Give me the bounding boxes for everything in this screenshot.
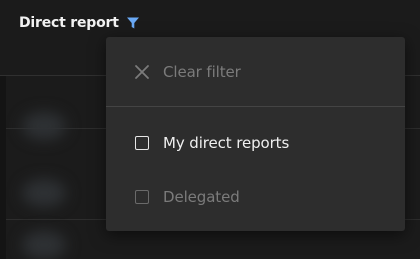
checkbox-unchecked-icon xyxy=(135,190,149,204)
checkbox-delegated[interactable] xyxy=(133,188,151,206)
checkbox-unchecked-icon xyxy=(135,136,149,150)
my-direct-reports-label: My direct reports xyxy=(163,134,290,152)
clear-filter-label: Clear filter xyxy=(163,63,241,81)
direct-report-column-header[interactable]: Direct report xyxy=(19,15,140,31)
menu-divider xyxy=(106,106,405,107)
close-icon xyxy=(133,63,151,81)
page: Direct report Clear filter My direct rep… xyxy=(0,0,420,259)
column-header-label: Direct report xyxy=(19,15,119,31)
avatar xyxy=(22,112,66,140)
delegated-option[interactable]: Delegated xyxy=(106,177,405,217)
clear-filter-menu-item[interactable]: Clear filter xyxy=(106,52,405,92)
filter-icon[interactable] xyxy=(126,16,140,30)
avatar xyxy=(22,231,66,259)
checkbox-my-direct-reports[interactable] xyxy=(133,134,151,152)
delegated-label: Delegated xyxy=(163,188,240,206)
filter-dropdown-menu: Clear filter My direct reports Delegated xyxy=(106,37,405,231)
my-direct-reports-option[interactable]: My direct reports xyxy=(106,123,405,163)
avatar xyxy=(22,179,66,207)
